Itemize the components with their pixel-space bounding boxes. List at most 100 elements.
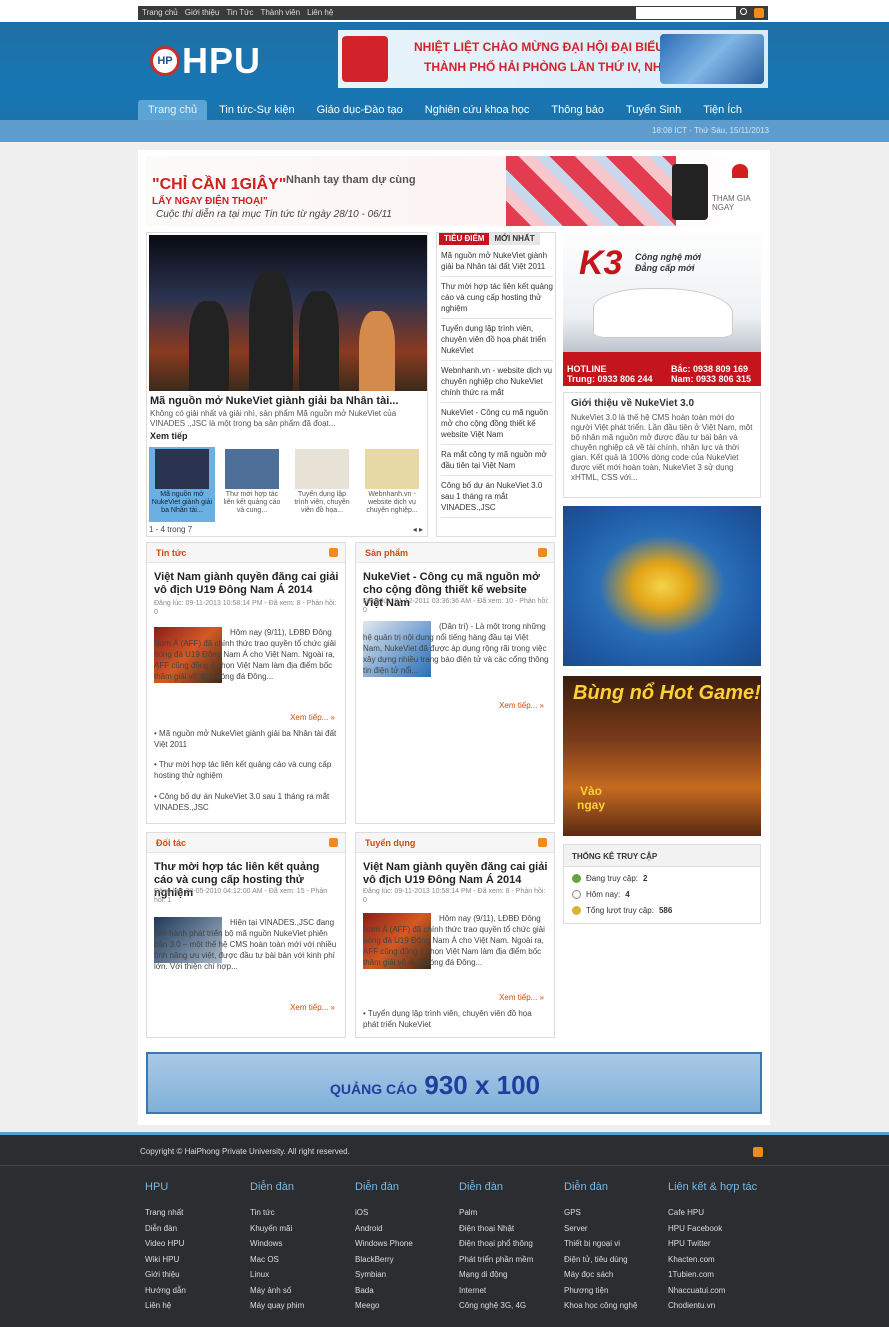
intro-title[interactable]: Giới thiệu về NukeViet 3.0 [571,398,694,409]
news-title[interactable]: Việt Nam giành quyền đăng cai giải vô đị… [154,571,340,597]
list-item[interactable]: Webnhanh.vn - website dịch vụ chuyên ngh… [441,363,553,403]
footer-link[interactable]: Windows [250,1236,304,1252]
list-item[interactable]: Thư mời hợp tác liên kết quảng cáo và cu… [441,279,553,319]
nav-home[interactable]: Trang chủ [138,100,208,120]
box-title[interactable]: Sản phẩm [365,548,408,558]
rss-icon[interactable] [329,548,338,557]
footer-link[interactable]: GPS [564,1205,637,1221]
box-title[interactable]: Đối tác [156,838,186,848]
list-item[interactable]: Công bố dự án NukeViet 3.0 sau 1 tháng r… [441,478,553,518]
rss-icon[interactable] [538,838,547,847]
nav-utilities[interactable]: Tiện Ích [693,100,752,120]
k3-car-ad[interactable]: K3 Công nghệ mới Đẳng cấp mới HOTLINE Trun… [563,232,761,386]
footer-link[interactable]: Video HPU [145,1236,186,1252]
list-item[interactable]: Mã nguồn mở NukeViet giành giải ba Nhân … [441,248,553,277]
footer-link[interactable]: Symbian [355,1267,413,1283]
footer-link[interactable]: Nhaccuatui.com [668,1283,757,1299]
box-title[interactable]: Tuyển dụng [365,838,415,848]
footer-link[interactable]: Hướng dẫn [145,1283,186,1299]
footer-link[interactable]: Mac OS [250,1252,304,1268]
footer-link[interactable]: Thiết bị ngoại vi [564,1236,637,1252]
footer-link[interactable]: Trang nhất [145,1205,186,1221]
news-more-link[interactable]: Xem tiếp... » [499,993,544,1002]
featured-more-link[interactable]: Xem tiếp [150,431,188,441]
footer-link[interactable]: Chodientu.vn [668,1298,757,1314]
footer-link[interactable]: Khuyến mãi [250,1221,304,1237]
footer-link[interactable]: Bada [355,1283,413,1299]
news-more-link[interactable]: Xem tiếp... » [290,1003,335,1012]
rss-icon[interactable] [329,838,338,847]
rss-icon[interactable] [753,1147,763,1157]
footer-link[interactable]: Palm [459,1205,533,1221]
top-nav-members[interactable]: Thành viên [260,8,300,17]
footer-link[interactable]: Diễn đàn [145,1221,186,1237]
game-ad-cta[interactable]: Vào ngay [577,784,605,812]
top-nav-news[interactable]: Tin Tức [226,8,253,17]
footer-link[interactable]: 1Tubien.com [668,1267,757,1283]
top-nav-about[interactable]: Giới thiệu [185,8,220,17]
footer-link[interactable]: Điện thoại phổ thông [459,1236,533,1252]
related-item[interactable]: • Công bố dự án NukeViet 3.0 sau 1 tháng… [154,791,340,813]
nav-education[interactable]: Giáo dục-Đào tạo [307,100,413,120]
list-item[interactable]: NukeViet - Công cụ mã nguồn mở cho cộng … [441,405,553,445]
nav-news-events[interactable]: Tin tức-Sự kiện [209,100,304,120]
footer-link[interactable]: HPU Facebook [668,1221,757,1237]
news-more-link[interactable]: Xem tiếp... » [290,713,335,722]
banner-ad-blue[interactable] [563,506,761,666]
footer-link[interactable]: BlackBerry [355,1252,413,1268]
rss-icon[interactable] [754,8,764,18]
footer-link[interactable]: Điện thoại Nhật [459,1221,533,1237]
footer-link[interactable]: Công nghệ 3G, 4G [459,1298,533,1314]
footer-link[interactable]: Liên hệ [145,1298,186,1314]
list-item[interactable]: Ra mắt công ty mã nguồn mở đầu tiên tại … [441,447,553,476]
footer-link[interactable]: iOS [355,1205,413,1221]
footer-link[interactable]: Giới thiệu [145,1267,186,1283]
related-item[interactable]: • Mã nguồn mở NukeViet giành giải ba Nhâ… [154,728,340,750]
footer-link[interactable]: Windows Phone [355,1236,413,1252]
footer-link[interactable]: Phương tiện [564,1283,637,1299]
footer-link[interactable]: Điện tử, tiêu dùng [564,1252,637,1268]
news-title[interactable]: Việt Nam giành quyền đăng cai giải vô đị… [363,861,549,887]
thumbnail-item[interactable]: Webnhanh.vn - website dịch vụ chuyên ngh… [359,447,425,522]
footer-link[interactable]: Android [355,1221,413,1237]
search-icon[interactable] [740,8,747,15]
tab-focus[interactable]: TIÊU ĐIỂM [439,233,490,245]
related-item[interactable]: • Thư mời hợp tác liên kết quảng cáo và … [154,759,340,781]
slider-arrows[interactable]: ◂ ▸ [413,525,423,534]
list-item[interactable]: Tuyển dụng lập trình viên, chuyên viên đ… [441,321,553,361]
footer-link[interactable]: Phát triển phần mềm [459,1252,533,1268]
featured-image[interactable] [149,235,427,391]
top-ad-banner[interactable]: "CHỈ CẦN 1GIÂY" LẤY NGAY ĐIỆN THOẠI" Nha… [146,156,762,226]
nav-research[interactable]: Nghiên cứu khoa học [415,100,540,120]
search-input[interactable] [636,7,736,19]
footer-link[interactable]: Máy đọc sách [564,1267,637,1283]
top-nav-home[interactable]: Trang chủ [142,8,178,17]
top-nav-contact[interactable]: Liên hệ [307,8,333,17]
related-item[interactable]: • Tuyển dụng lập trình viên, chuyên viên… [363,1008,549,1030]
nav-announcements[interactable]: Thông báo [541,100,614,120]
footer-link[interactable]: Khoa học công nghệ [564,1298,637,1314]
box-title[interactable]: Tin tức [156,548,186,558]
site-logo[interactable]: HP HPU [150,40,261,82]
thumbnail-item[interactable]: Thư mời hợp tác liên kết quảng cáo và cu… [219,447,285,522]
thumbnail-item[interactable]: Mã nguồn mở NukeViet giành giải ba Nhân … [149,447,215,522]
footer-link[interactable]: Máy ảnh số [250,1283,304,1299]
footer-link[interactable]: Server [564,1221,637,1237]
featured-title[interactable]: Mã nguồn mở NukeViet giành giải ba Nhân … [150,395,398,407]
footer-link[interactable]: Cafe HPU [668,1205,757,1221]
footer-link[interactable]: Internet [459,1283,533,1299]
rss-icon[interactable] [538,548,547,557]
game-ad[interactable]: Bùng nổ Hot Game! Vào ngay [563,676,761,836]
header-banner[interactable]: NHIỆT LIỆT CHÀO MỪNG ĐẠI HỘI ĐẠI BIỂU HỘ… [338,30,768,88]
top-ad-cta[interactable]: THAM GIA NGAY [712,194,762,212]
news-more-link[interactable]: Xem tiếp... » [499,701,544,710]
footer-link[interactable]: Wiki HPU [145,1252,186,1268]
footer-link[interactable]: Tin tức [250,1205,304,1221]
bottom-ad-banner[interactable]: QUẢNG CÁO 930 x 100 [146,1052,762,1114]
tab-latest[interactable]: MỚI NHẤT [489,233,540,245]
footer-link[interactable]: Linux [250,1267,304,1283]
footer-link[interactable]: Khacten.com [668,1252,757,1268]
nav-admissions[interactable]: Tuyển Sinh [616,100,691,120]
footer-link[interactable]: Meego [355,1298,413,1314]
footer-link[interactable]: HPU Twitter [668,1236,757,1252]
